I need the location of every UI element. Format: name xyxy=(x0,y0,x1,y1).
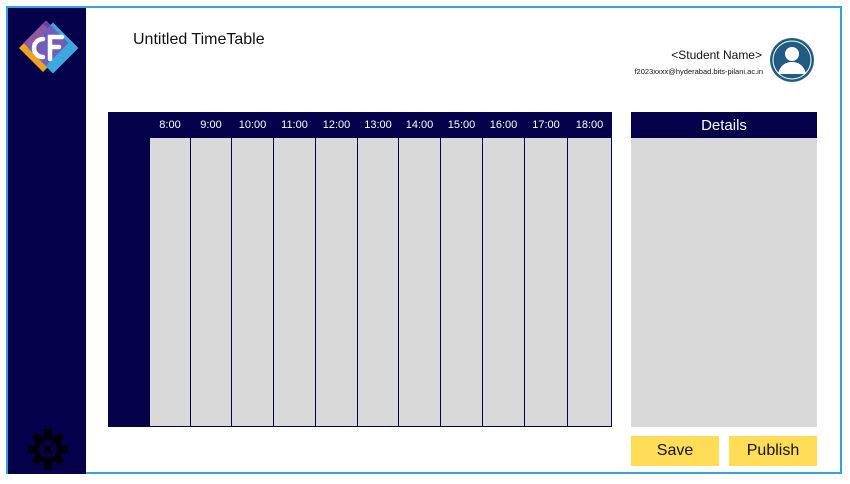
time-slot-column[interactable] xyxy=(441,138,482,426)
time-label: 14:00 xyxy=(405,119,434,131)
time-label: 11:00 xyxy=(281,119,308,131)
student-email: f2023xxxx@hyderabad.bits-pilani.ac.in xyxy=(634,67,763,76)
time-label: 16:00 xyxy=(489,119,518,131)
time-slot-column[interactable] xyxy=(232,138,273,426)
time-label: 8:00 xyxy=(159,119,181,131)
time-slot-column[interactable] xyxy=(525,138,567,426)
time-label: 17:00 xyxy=(532,119,560,131)
cf-logo-icon[interactable] xyxy=(12,15,82,81)
time-slot-column[interactable] xyxy=(274,138,315,426)
sidebar xyxy=(8,8,86,474)
details-title: Details xyxy=(631,112,817,138)
time-label: 15:00 xyxy=(447,119,476,131)
time-label: 12:00 xyxy=(322,119,351,131)
time-slot-column[interactable] xyxy=(568,138,611,426)
user-avatar-icon[interactable] xyxy=(769,37,815,83)
gear-icon[interactable] xyxy=(27,428,69,470)
time-slot-column[interactable] xyxy=(483,138,524,426)
details-panel: Details xyxy=(631,112,817,427)
time-slot-column[interactable] xyxy=(150,138,190,426)
publish-button[interactable]: Publish xyxy=(729,436,817,466)
page-title: Untitled TimeTable xyxy=(133,31,265,48)
timetable-grid: 8:00 9:00 10:00 11:00 12:00 13:00 14:00 15:00 16… xyxy=(108,112,612,427)
student-name: <Student Name> xyxy=(671,48,762,62)
time-slot-column[interactable] xyxy=(316,138,357,426)
time-header-row: 8:00 9:00 10:00 11:00 12:00 13:00 14:00 15:00 16… xyxy=(108,112,612,138)
time-label: 18:00 xyxy=(575,119,604,131)
time-label: 9:00 xyxy=(200,119,222,131)
time-slot-column[interactable] xyxy=(191,138,231,426)
time-label: 13:00 xyxy=(364,119,392,131)
time-slot-column[interactable] xyxy=(399,138,440,426)
time-label: 10:00 xyxy=(238,119,267,131)
save-button[interactable]: Save xyxy=(631,436,719,466)
time-slot-column[interactable] xyxy=(358,138,398,426)
